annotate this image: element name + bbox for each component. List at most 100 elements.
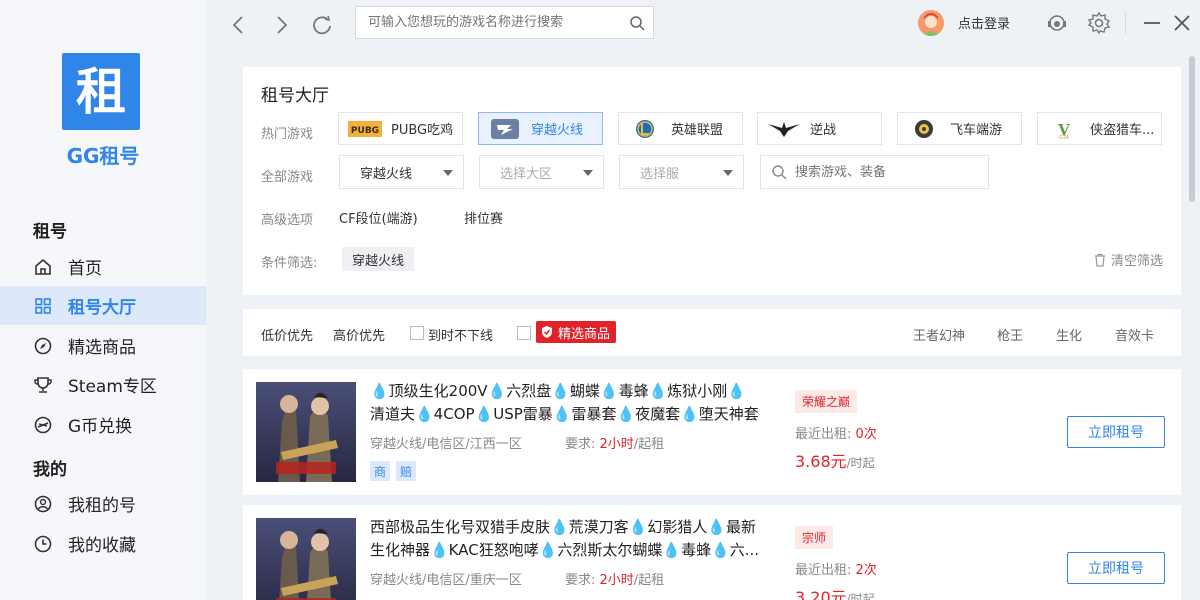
region-select[interactable]: 选择大区 xyxy=(479,155,604,189)
server-select[interactable]: 选择服 xyxy=(619,155,744,189)
avatar[interactable] xyxy=(918,10,944,36)
filter-panel: 租号大厅 热门游戏 PUBG PUBG吃鸡 穿越火线 英雄联盟 逆战 飞车端游 … xyxy=(243,67,1181,295)
sidebar-item-favorites[interactable]: 我的收藏 xyxy=(0,524,206,563)
scrollbar[interactable] xyxy=(1189,56,1195,600)
game-chip-label: 穿越火线 xyxy=(531,123,584,138)
game-chip-pubg[interactable]: PUBG PUBG吃鸡 xyxy=(338,112,463,145)
clear-filters-button[interactable]: 清空筛选 xyxy=(1093,250,1163,269)
search-icon[interactable] xyxy=(629,15,645,31)
advanced-option-cf-rank[interactable]: CF段位(端游) xyxy=(339,208,418,227)
no-offline-label[interactable]: 到时不下线 xyxy=(428,325,493,344)
cf-icon xyxy=(487,118,523,140)
sidebar-item-my-rentals[interactable]: 我租的号 xyxy=(0,484,206,523)
chevron-left-icon xyxy=(232,16,243,34)
rank-badge: 宗师 xyxy=(795,526,834,549)
sidebar-section-rent: 租号 xyxy=(33,222,67,242)
listing-region: 穿越火线/电信区/江西一区 xyxy=(370,437,522,452)
game-chip-label: 侠盗猎车... xyxy=(1090,123,1155,138)
requirement-prefix: 要求: xyxy=(565,573,600,588)
sort-high-price[interactable]: 高价优先 xyxy=(333,325,385,344)
rent-now-button[interactable]: 立即租号 xyxy=(1067,552,1165,584)
chevron-right-icon xyxy=(277,16,288,34)
rent-now-button[interactable]: 立即租号 xyxy=(1067,416,1165,448)
price-unit: /时起 xyxy=(846,456,875,470)
close-button[interactable] xyxy=(1169,10,1195,36)
login-link[interactable]: 点击登录 xyxy=(958,13,1010,32)
recent-prefix: 最近出租: xyxy=(795,563,856,578)
category-gun-king[interactable]: 枪王 xyxy=(997,325,1023,344)
listing-title[interactable]: 西部极品生化号双猎手皮肤💧荒漠刀客💧幻影猎人💧最新生化神器💧KAC狂怒咆哮💧六烈… xyxy=(370,516,760,562)
recent-count: 2次 xyxy=(855,563,877,578)
sidebar-item-home[interactable]: 首页 xyxy=(0,247,206,286)
advanced-option-ranked[interactable]: 排位赛 xyxy=(464,208,503,227)
nizhan-icon xyxy=(766,118,802,140)
minimize-button[interactable] xyxy=(1139,10,1165,36)
game-chip-qqspeed[interactable]: 飞车端游 xyxy=(897,112,1022,145)
featured-checkbox[interactable] xyxy=(517,326,531,340)
clock-icon xyxy=(33,534,53,554)
svg-text:PUBG: PUBG xyxy=(351,126,379,136)
filter-search-input[interactable] xyxy=(787,157,977,187)
sidebar-item-steam[interactable]: Steam专区 xyxy=(0,365,206,404)
featured-badge[interactable]: 精选商品 xyxy=(536,321,617,343)
advanced-options-label: 高级选项 xyxy=(261,213,314,228)
listing-title[interactable]: 💧顶级生化200V💧六烈盘💧蝴蝶💧毒蜂💧炼狱小刚💧清道夫💧4COP💧USP雷暴💧… xyxy=(370,380,760,426)
sort-bar: 低价优先 高价优先 到时不下线 精选商品 王者幻神 枪王 生化 音效卡 xyxy=(243,309,1181,356)
condition-tag[interactable]: 穿越火线 xyxy=(342,247,415,271)
sidebar-item-featured[interactable]: 精选商品 xyxy=(0,326,206,365)
customer-service-button[interactable] xyxy=(1044,10,1070,36)
headset-icon xyxy=(1048,15,1066,31)
recent-count: 0次 xyxy=(855,427,877,442)
sort-low-price[interactable]: 低价优先 xyxy=(261,325,313,344)
listing-card[interactable]: 西部极品生化号双猎手皮肤💧荒漠刀客💧幻影猎人💧最新生化神器💧KAC狂怒咆哮💧六烈… xyxy=(243,505,1181,600)
listing-requirement: 要求: 2小时/起租 xyxy=(565,569,664,588)
no-offline-checkbox[interactable] xyxy=(410,326,424,340)
game-chip-nizhan[interactable]: 逆战 xyxy=(757,112,882,145)
sidebar-item-label: 首页 xyxy=(68,259,102,279)
condition-label: 条件筛选: xyxy=(261,256,318,271)
shield-check-icon xyxy=(542,326,552,338)
compass-icon xyxy=(33,336,53,356)
category-sound-card[interactable]: 音效卡 xyxy=(1115,325,1154,344)
back-button[interactable] xyxy=(226,12,252,38)
trash-icon xyxy=(1094,253,1105,267)
game-select[interactable]: 穿越火线 xyxy=(339,155,464,189)
all-games-label: 全部游戏 xyxy=(261,170,314,185)
forward-button[interactable] xyxy=(268,12,294,38)
requirement-prefix: 要求: xyxy=(565,437,600,452)
refresh-button[interactable] xyxy=(309,12,335,38)
listing-card[interactable]: 💧顶级生化200V💧六烈盘💧蝴蝶💧毒蜂💧炼狱小刚💧清道夫💧4COP💧USP雷暴💧… xyxy=(243,369,1181,495)
app-name: GG租号 xyxy=(66,144,140,168)
sidebar-item-label: 精选商品 xyxy=(68,338,136,358)
game-chip-gta[interactable]: V GTA 侠盗猎车... xyxy=(1037,112,1162,145)
featured-label: 精选商品 xyxy=(558,326,611,342)
server-select-placeholder: 选择服 xyxy=(640,166,680,182)
minimize-icon xyxy=(1144,22,1160,24)
gear-icon xyxy=(1087,11,1111,35)
game-chip-lol[interactable]: 英雄联盟 xyxy=(618,112,743,145)
game-chip-label: 逆战 xyxy=(810,123,837,138)
close-icon xyxy=(1174,15,1190,31)
sidebar-item-rent-hall[interactable]: 租号大厅 xyxy=(0,286,206,325)
settings-button[interactable] xyxy=(1086,10,1112,36)
caret-down-icon xyxy=(583,170,593,176)
qqspeed-icon xyxy=(906,118,942,140)
price-value: 3.20元 xyxy=(795,588,847,600)
user-icon xyxy=(33,494,53,514)
requirement-hours: 2小时 xyxy=(599,437,634,452)
listing-requirement: 要求: 2小时/起租 xyxy=(565,433,664,452)
sidebar-item-label: 我租的号 xyxy=(68,496,136,516)
sidebar-item-gcoin[interactable]: G币兑换 xyxy=(0,405,206,444)
sidebar-item-label: 租号大厅 xyxy=(68,298,136,318)
game-chip-cf[interactable]: 穿越火线 xyxy=(478,112,603,145)
scroll-thumb[interactable] xyxy=(1189,56,1195,202)
rank-badge: 荣耀之巅 xyxy=(795,390,858,413)
global-search-input[interactable] xyxy=(356,7,616,38)
svg-text:GTA: GTA xyxy=(1059,135,1069,140)
gta-icon: V GTA xyxy=(1046,118,1082,140)
category-king[interactable]: 王者幻神 xyxy=(913,325,965,344)
listing-region: 穿越火线/电信区/重庆一区 xyxy=(370,573,522,588)
price-unit: /时起 xyxy=(846,592,875,600)
category-zombie[interactable]: 生化 xyxy=(1056,325,1082,344)
clear-filters-label: 清空筛选 xyxy=(1110,254,1163,269)
